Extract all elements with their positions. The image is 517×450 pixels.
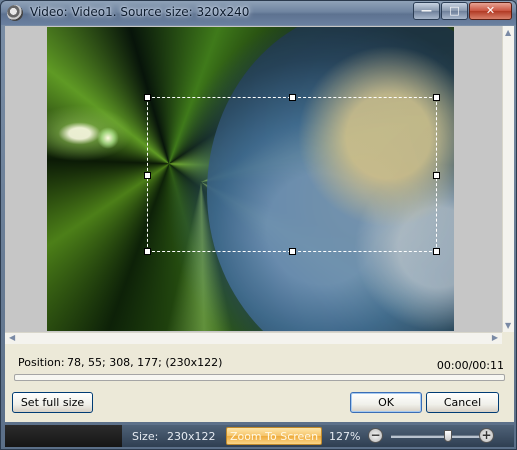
set-full-size-button[interactable]: Set full size — [12, 392, 93, 413]
crop-handle-bottom-left[interactable] — [144, 248, 151, 255]
video-viewport — [5, 26, 502, 332]
crop-handle-top-left[interactable] — [144, 94, 151, 101]
size-value: 230x122 — [167, 430, 216, 443]
maximize-button[interactable]: □ — [441, 2, 468, 20]
zoom-to-screen-button[interactable]: Zoom To Screen — [226, 427, 322, 445]
video-frame[interactable] — [47, 27, 454, 331]
dialog-body: ▲ ▼ ◀ ▶ Position: 78, 55; 308, 177; (230… — [5, 26, 514, 422]
crop-handle-top[interactable] — [289, 94, 296, 101]
playback-progress-bar[interactable] — [14, 374, 505, 381]
zoom-slider-track[interactable] — [391, 435, 483, 438]
caption-buttons: — □ ✕ — [413, 2, 512, 20]
zoom-out-icon[interactable]: − — [368, 428, 383, 443]
position-value: 78, 55; 308, 177; (230x122) — [67, 356, 223, 369]
reel-icon — [7, 5, 23, 21]
ok-button[interactable]: OK — [350, 392, 422, 413]
size-label: Size: — [132, 430, 159, 443]
crop-handle-left[interactable] — [144, 172, 151, 179]
close-button[interactable]: ✕ — [469, 2, 512, 20]
window-title: Video: Video1. Source size: 320x240 — [30, 5, 250, 19]
status-bar: Size: 230x122 Zoom To Screen 127% − + — [5, 425, 514, 447]
crop-handle-bottom[interactable] — [289, 248, 296, 255]
arrow-up-icon[interactable]: ▲ — [505, 28, 511, 37]
arrow-down-icon[interactable]: ▼ — [505, 321, 511, 330]
video-crop-window: Video: Video1. Source size: 320x240 — □ … — [0, 0, 517, 450]
crop-handle-top-right[interactable] — [433, 94, 440, 101]
title-bar[interactable]: Video: Video1. Source size: 320x240 — □ … — [1, 1, 516, 25]
star-glow — [97, 127, 119, 149]
zoom-in-icon[interactable]: + — [479, 428, 494, 443]
arrow-left-icon[interactable]: ◀ — [9, 333, 15, 342]
zoom-slider-thumb[interactable] — [444, 430, 453, 442]
position-label: Position: — [18, 356, 65, 369]
zoom-percent: 127% — [329, 430, 361, 443]
arrow-right-icon[interactable]: ▶ — [492, 333, 498, 342]
crop-handle-bottom-right[interactable] — [433, 248, 440, 255]
status-left-panel — [5, 425, 122, 447]
crop-selection-box[interactable] — [144, 94, 440, 255]
cancel-button[interactable]: Cancel — [426, 392, 499, 413]
crop-handle-right[interactable] — [433, 172, 440, 179]
time-display: 00:00/00:11 — [436, 359, 504, 372]
vertical-scrollbar[interactable]: ▲ ▼ — [502, 26, 514, 332]
minimize-button[interactable]: — — [413, 2, 440, 20]
horizontal-scrollbar[interactable]: ◀ ▶ — [5, 332, 502, 344]
